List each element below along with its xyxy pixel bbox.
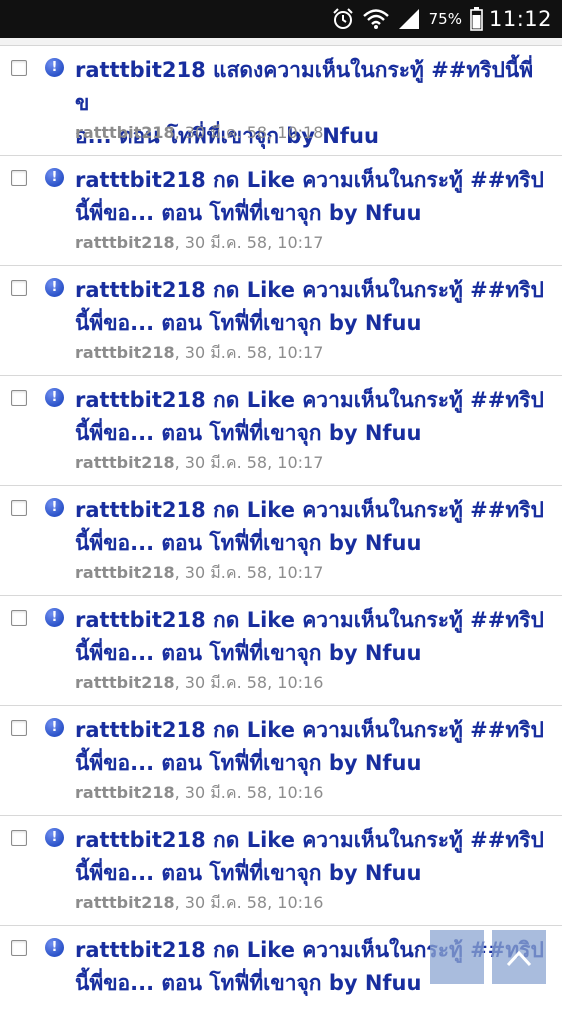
notification-title-link[interactable]: ratttbit218 กด Like ความเห็นในกระทู้ ##ท…: [75, 824, 545, 890]
battery-percent: 75%: [428, 10, 462, 28]
select-checkbox[interactable]: [11, 610, 27, 626]
alarm-icon: [331, 7, 355, 31]
notification-meta: ratttbit218, 30 มี.ค. 58, 10:17: [75, 453, 323, 473]
timestamp: , 30 มี.ค. 58, 10:18: [174, 123, 324, 142]
author-name: ratttbit218: [75, 563, 175, 582]
select-checkbox[interactable]: [11, 940, 27, 956]
notification-title-link[interactable]: ratttbit218 กด Like ความเห็นในกระทู้ ##ท…: [75, 274, 545, 340]
unread-alert-icon: !: [45, 388, 64, 407]
author-name: ratttbit218: [75, 343, 175, 362]
timestamp: , 30 มี.ค. 58, 10:16: [174, 673, 324, 692]
author-name: ratttbit218: [75, 233, 175, 252]
notification-title-link[interactable]: ratttbit218 กด Like ความเห็นในกระทู้ ##ท…: [75, 384, 545, 450]
notification-item[interactable]: ! ratttbit218 แสดงความเห็นในกระทู้ ##ทริป…: [0, 46, 562, 156]
scroll-to-top-button[interactable]: [492, 930, 546, 984]
select-checkbox[interactable]: [11, 500, 27, 516]
notification-title-link[interactable]: ratttbit218 กด Like ความเห็นในกระทู้ ##ท…: [75, 604, 545, 670]
timestamp: , 30 มี.ค. 58, 10:16: [174, 783, 324, 802]
unread-alert-icon: !: [45, 58, 64, 77]
notification-meta: ratttbit218, 30 มี.ค. 58, 10:16: [75, 783, 323, 803]
unread-alert-icon: !: [45, 718, 64, 737]
notification-item[interactable]: ! ratttbit218 กด Like ความเห็นในกระทู้ ##…: [0, 486, 562, 596]
notification-item[interactable]: ! ratttbit218 กด Like ความเห็นในกระทู้ ##…: [0, 156, 562, 266]
notification-meta: ratttbit218, 30 มี.ค. 58, 10:18: [75, 123, 323, 143]
signal-icon: [397, 8, 421, 30]
notification-title-link[interactable]: ratttbit218 กด Like ความเห็นในกระทู้ ##ท…: [75, 494, 545, 560]
author-name: ratttbit218: [75, 453, 175, 472]
author-name: ratttbit218: [75, 893, 175, 912]
notification-title-link[interactable]: ratttbit218 กด Like ความเห็นในกระทู้ ##ท…: [75, 714, 545, 780]
select-checkbox[interactable]: [11, 830, 27, 846]
notification-meta: ratttbit218, 30 มี.ค. 58, 10:17: [75, 563, 323, 583]
timestamp: , 30 มี.ค. 58, 10:17: [174, 233, 324, 252]
timestamp: , 30 มี.ค. 58, 10:17: [174, 343, 324, 362]
timestamp: , 30 มี.ค. 58, 10:17: [174, 453, 324, 472]
list-top-edge: [0, 38, 562, 46]
select-checkbox[interactable]: [11, 60, 27, 76]
wifi-icon: [362, 8, 389, 30]
clock-time: 11:12: [488, 7, 552, 31]
author-name: ratttbit218: [75, 123, 175, 142]
unread-alert-icon: !: [45, 498, 64, 517]
notification-item[interactable]: ! ratttbit218 กด Like ความเห็นในกระทู้ ##…: [0, 596, 562, 706]
select-checkbox[interactable]: [11, 720, 27, 736]
notification-item[interactable]: ! ratttbit218 กด Like ความเห็นในกระทู้ ##…: [0, 706, 562, 816]
notification-title-link[interactable]: ratttbit218 กด Like ความเห็นในกระทู้ ##ท…: [75, 164, 545, 230]
notification-meta: ratttbit218, 30 มี.ค. 58, 10:17: [75, 233, 323, 253]
notification-item[interactable]: ! ratttbit218 กด Like ความเห็นในกระทู้ ##…: [0, 266, 562, 376]
timestamp: , 30 มี.ค. 58, 10:17: [174, 563, 324, 582]
select-checkbox[interactable]: [11, 280, 27, 296]
unread-alert-icon: !: [45, 168, 64, 187]
unread-alert-icon: !: [45, 278, 64, 297]
select-checkbox[interactable]: [11, 390, 27, 406]
notification-item[interactable]: ! ratttbit218 กด Like ความเห็นในกระทู้ ##…: [0, 376, 562, 486]
scroll-to-top-icon: [506, 950, 532, 967]
page-nav-button[interactable]: [430, 930, 484, 984]
battery-icon: [470, 7, 483, 31]
notification-item[interactable]: ! ratttbit218 กด Like ความเห็นในกระทู้ ##…: [0, 816, 562, 926]
author-name: ratttbit218: [75, 783, 175, 802]
timestamp: , 30 มี.ค. 58, 10:16: [174, 893, 324, 912]
unread-alert-icon: !: [45, 608, 64, 627]
unread-alert-icon: !: [45, 938, 64, 957]
notification-meta: ratttbit218, 30 มี.ค. 58, 10:16: [75, 673, 323, 693]
select-checkbox[interactable]: [11, 170, 27, 186]
unread-alert-icon: !: [45, 828, 64, 847]
notification-meta: ratttbit218, 30 มี.ค. 58, 10:17: [75, 343, 323, 363]
notification-list: ! ratttbit218 แสดงความเห็นในกระทู้ ##ทริป…: [0, 46, 562, 1036]
author-name: ratttbit218: [75, 673, 175, 692]
status-bar: 75% 11:12: [0, 0, 562, 38]
notification-meta: ratttbit218, 30 มี.ค. 58, 10:16: [75, 893, 323, 913]
